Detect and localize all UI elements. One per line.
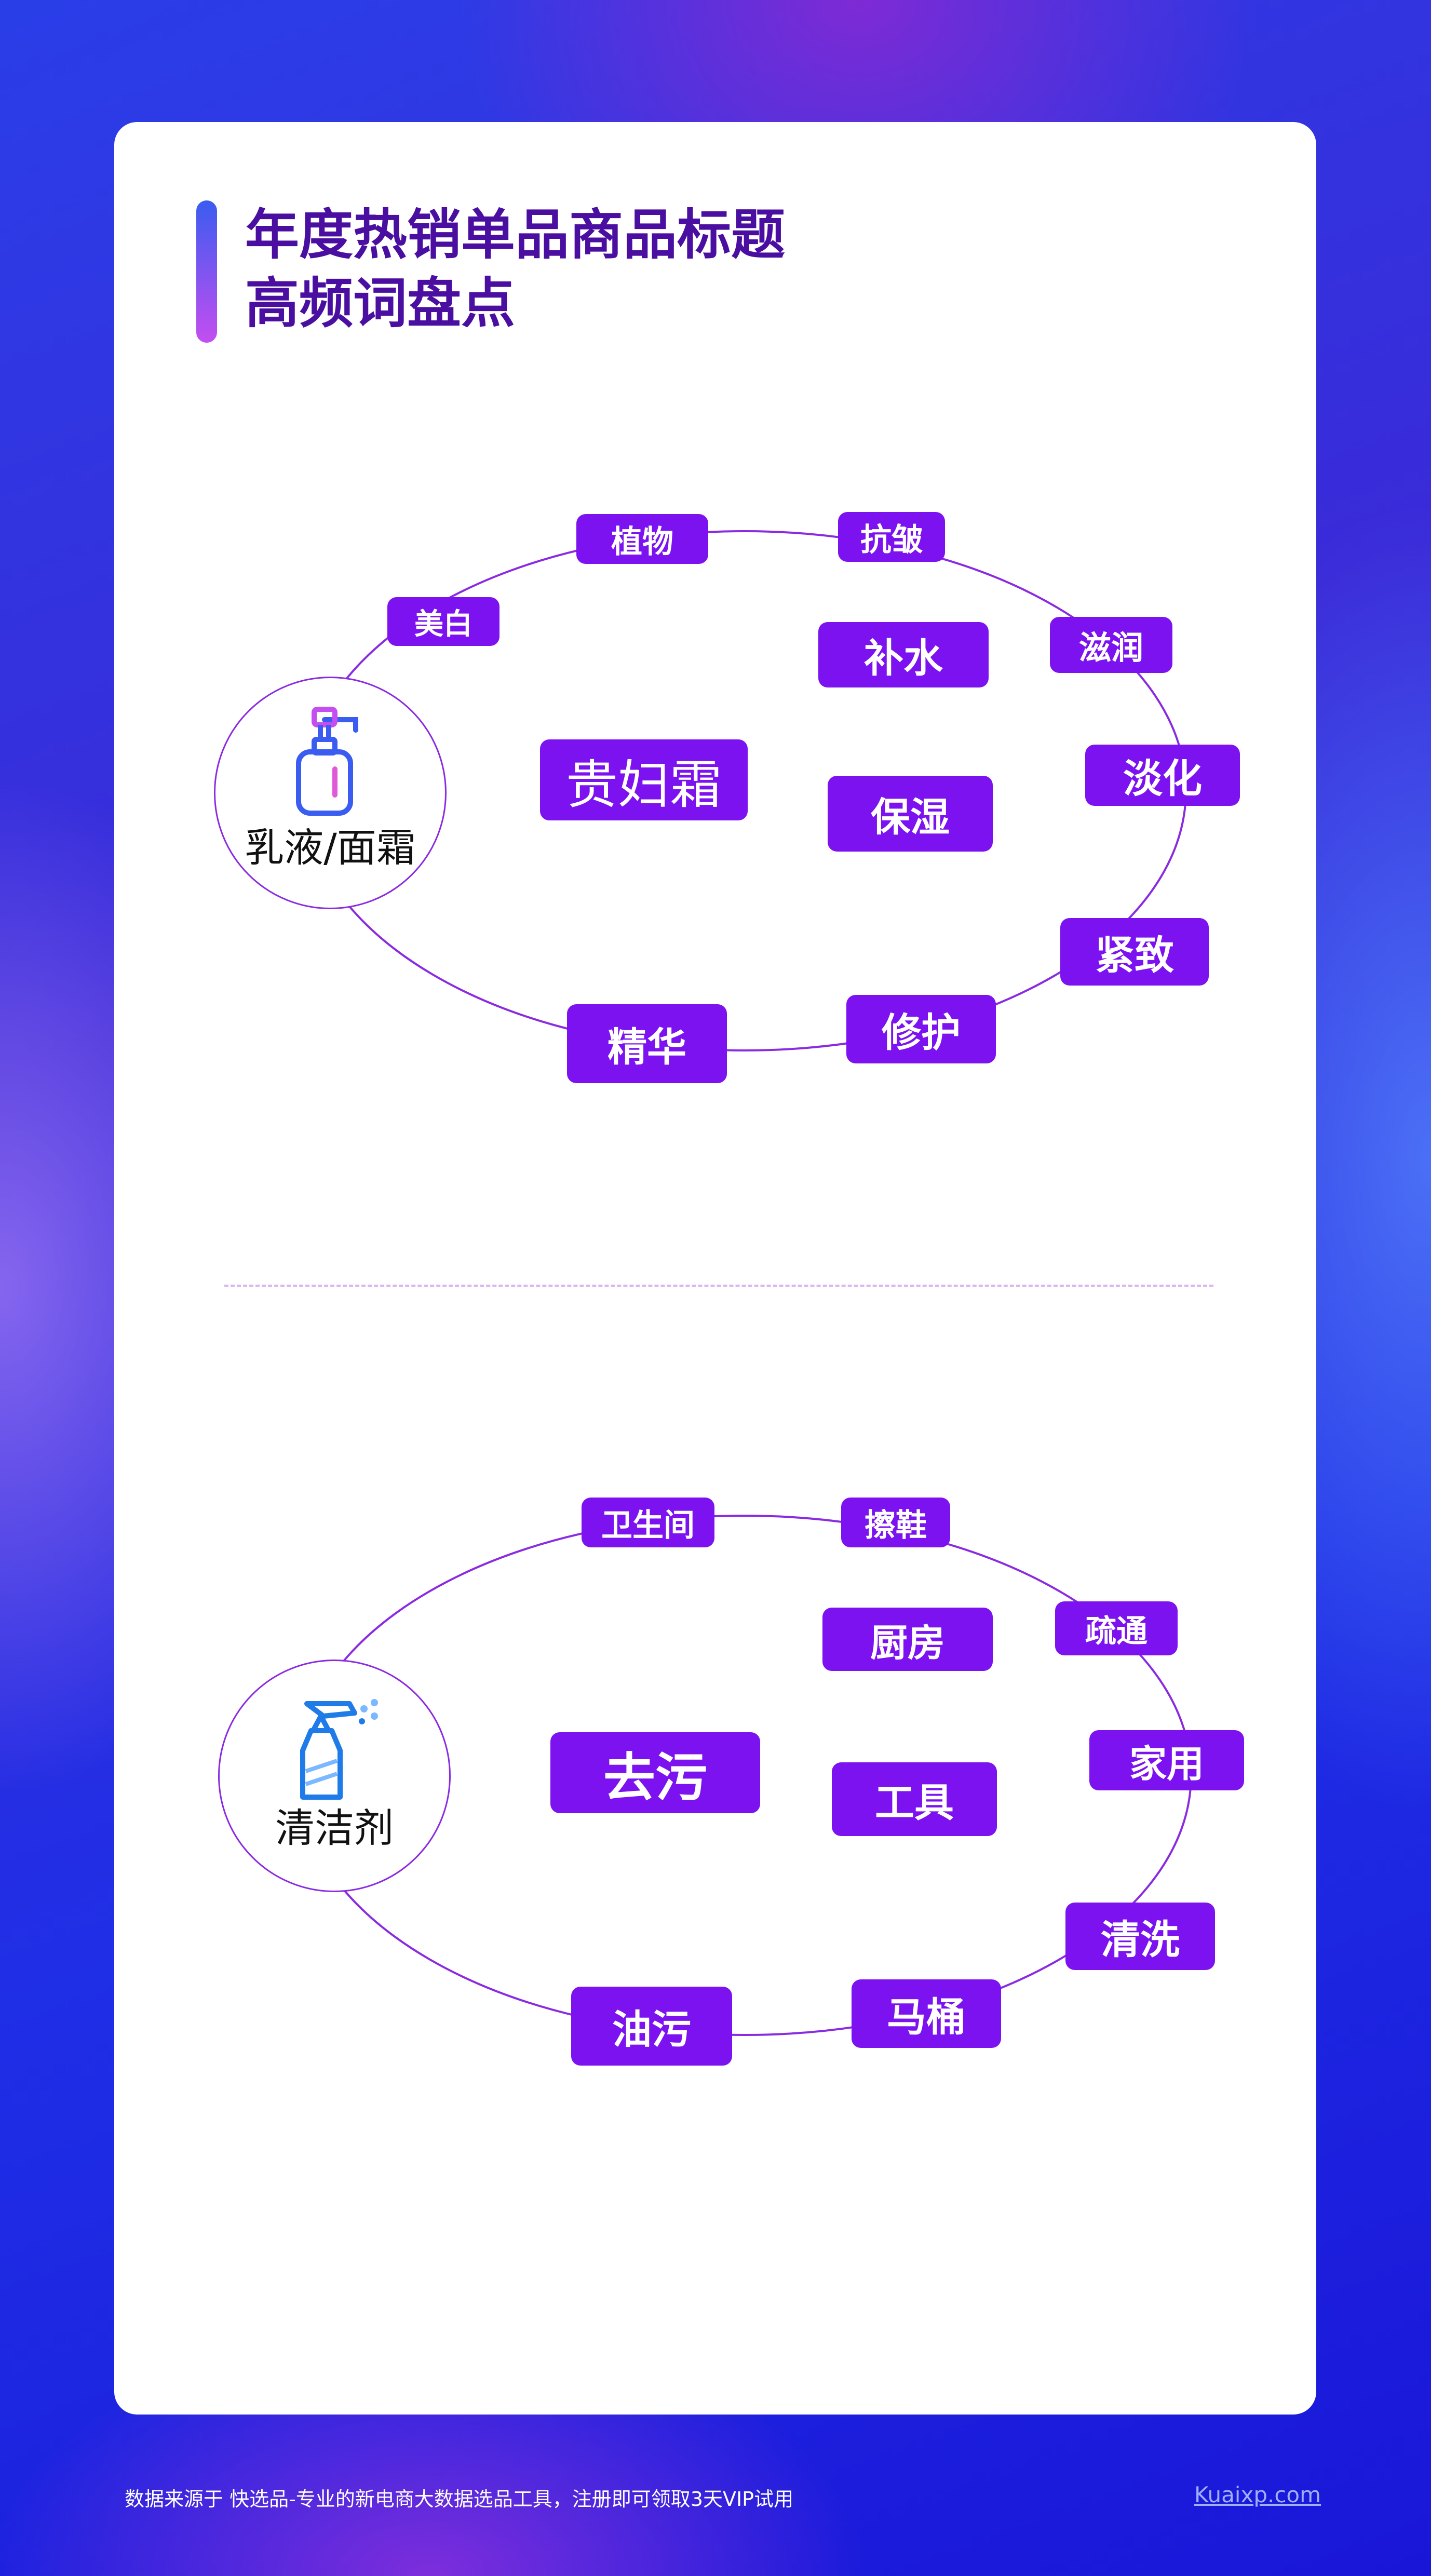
keyword-tag: 修护: [846, 995, 996, 1063]
keyword-tag: 油污: [571, 1987, 732, 2066]
keyword-tag: 工具: [832, 1762, 997, 1836]
keyword-tag: 贵妇霜: [540, 739, 748, 820]
category-label-lotion: 乳液/面霜: [245, 825, 416, 871]
keyword-tag: 卫生间: [582, 1498, 714, 1547]
category-circle-cleaner: 清洁剂: [218, 1660, 451, 1892]
keyword-tag: 精华: [567, 1004, 727, 1083]
keyword-tag: 补水: [818, 622, 989, 687]
website-link[interactable]: Kuaixp.com: [1194, 2482, 1321, 2507]
keyword-tag: 植物: [576, 514, 708, 564]
section-divider: [224, 1285, 1213, 1287]
spray-bottle-icon: [300, 1699, 378, 1800]
orbit-rings: [297, 530, 1192, 2036]
data-source-note: 数据来源于 快选品-专业的新电商大数据选品工具，注册即可领取3天VIP试用: [125, 2488, 794, 2511]
keyword-tag: 马桶: [852, 1979, 1001, 2048]
keyword-tag: 疏通: [1055, 1601, 1178, 1655]
keyword-tag: 家用: [1089, 1730, 1244, 1790]
keyword-tag: 厨房: [822, 1608, 993, 1671]
category-label-cleaner: 清洁剂: [275, 1805, 394, 1851]
keyword-tag: 保湿: [828, 776, 993, 852]
keyword-tag: 美白: [387, 597, 500, 646]
keyword-tag: 擦鞋: [841, 1498, 950, 1547]
keyword-tag: 去污: [550, 1732, 760, 1813]
keyword-tag: 抗皱: [838, 512, 945, 562]
keyword-tag: 紧致: [1060, 918, 1209, 986]
keyword-tag: 清洗: [1065, 1903, 1215, 1970]
keyword-tag: 滋润: [1050, 617, 1172, 673]
category-circle-lotion: 乳液/面霜: [214, 677, 447, 909]
lotion-bottle-icon: [296, 707, 358, 816]
keyword-tag: 淡化: [1085, 745, 1240, 806]
